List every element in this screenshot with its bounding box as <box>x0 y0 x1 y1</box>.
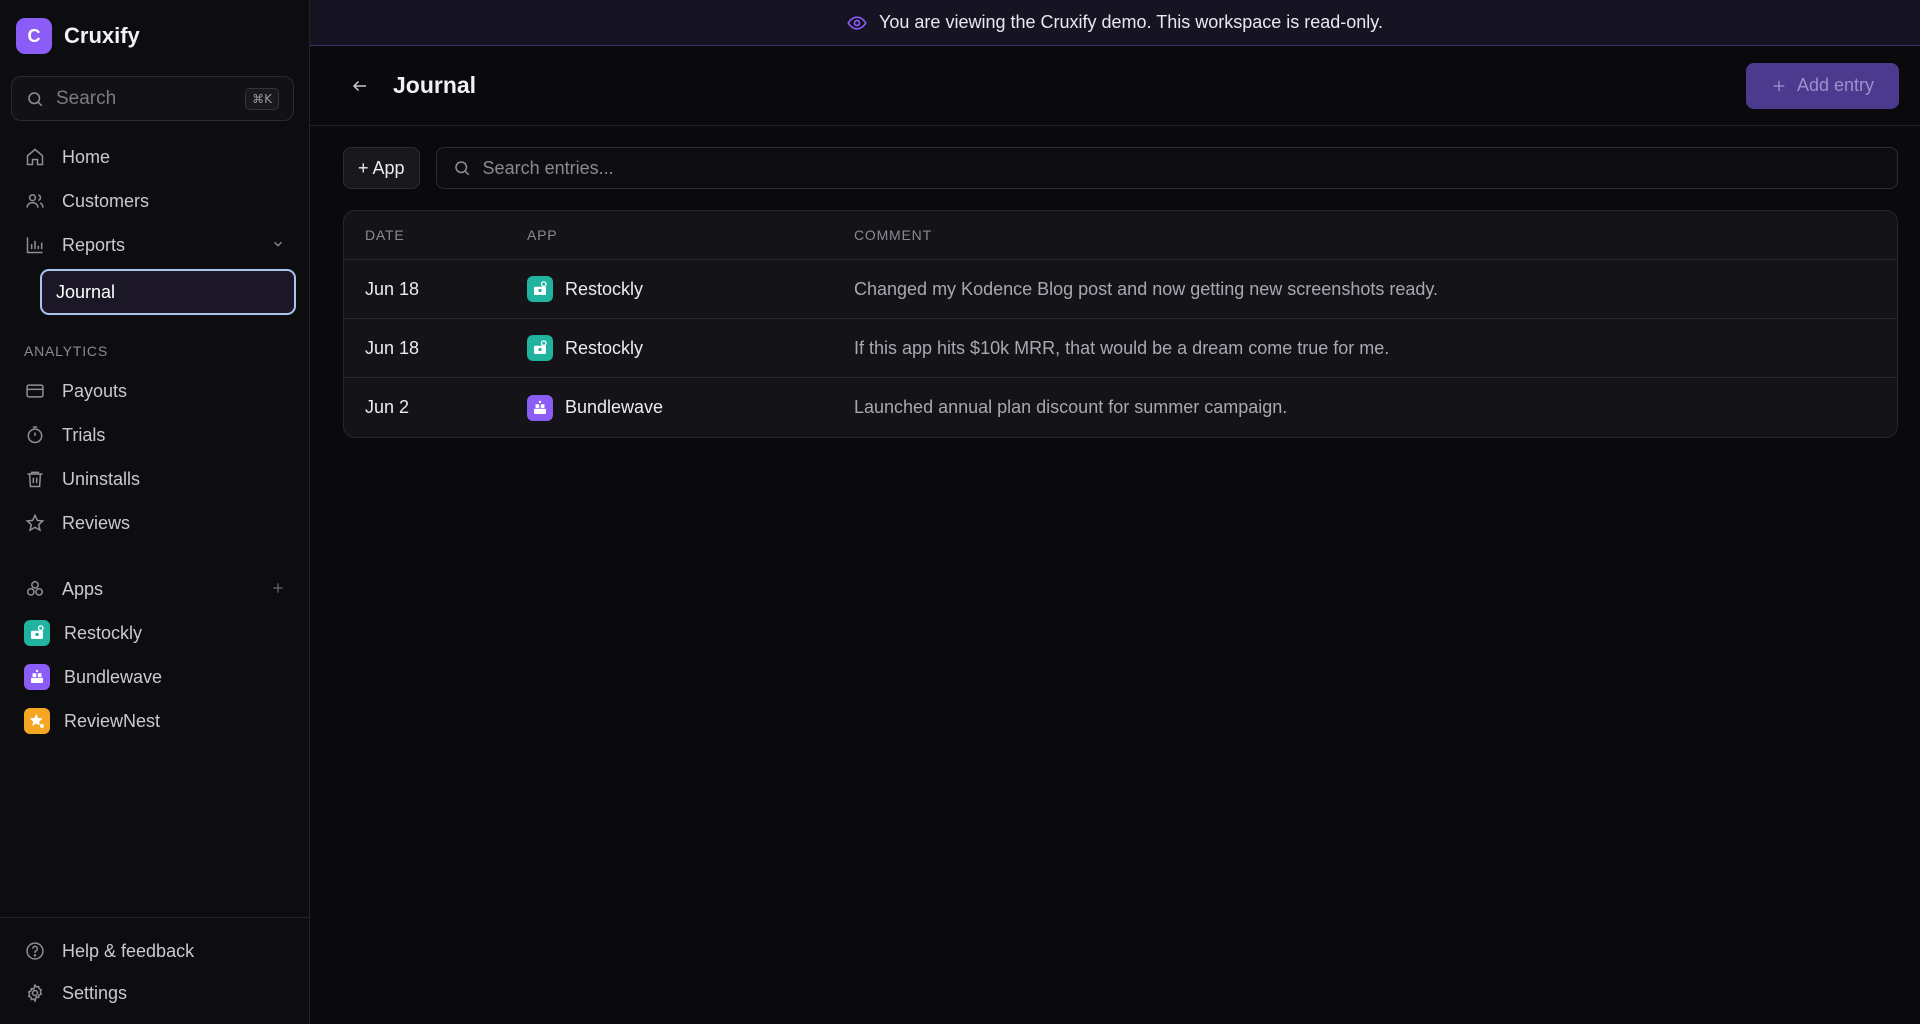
sidebar-item-uninstalls[interactable]: Uninstalls <box>0 457 309 501</box>
row-app: Restockly <box>527 335 854 361</box>
sidebar: C Cruxify Search ⌘K Home Customers Repor… <box>0 0 310 1024</box>
analytics-section-label: ANALYTICS <box>24 343 108 359</box>
restockly-app-icon <box>527 276 553 302</box>
back-button[interactable] <box>340 66 380 106</box>
help-label: Help & feedback <box>62 940 195 961</box>
bar-chart-icon <box>24 234 46 256</box>
row-date: Jun 18 <box>365 337 420 358</box>
search-icon <box>28 91 43 106</box>
restockly-app-icon <box>527 335 553 361</box>
help-icon <box>24 940 46 962</box>
sidebar-item-label: Home <box>62 146 111 167</box>
credit-card-icon <box>24 380 46 402</box>
settings-label: Settings <box>62 982 128 1003</box>
app-filter-button[interactable]: + App <box>343 147 420 189</box>
brand-name: Cruxify <box>64 23 140 48</box>
sidebar-item-label: Trials <box>62 424 106 445</box>
plus-icon <box>1773 80 1785 91</box>
users-icon <box>24 190 46 212</box>
journal-table: DATE APP COMMENT Jun 18 Restockly Change… <box>343 210 1898 438</box>
sidebar-item-journal[interactable]: Journal <box>40 269 296 315</box>
apps-section-label: Apps <box>62 578 104 599</box>
demo-banner: You are viewing the Cruxify demo. This w… <box>310 0 1920 46</box>
sidebar-footer: Help & feedback Settings <box>0 917 309 1024</box>
search-input[interactable]: Search ⌘K <box>11 76 294 121</box>
sidebar-item-label: Payouts <box>62 380 128 401</box>
row-comment: Launched annual plan discount for summer… <box>854 397 1288 417</box>
table-row[interactable]: Jun 2 Bundlewave Launched annual plan di… <box>344 378 1897 437</box>
bundlewave-app-icon <box>24 664 50 690</box>
row-app-name: Restockly <box>565 337 644 358</box>
settings-link[interactable]: Settings <box>0 972 309 1014</box>
sidebar-item-reviews[interactable]: Reviews <box>0 501 309 545</box>
apps-section-header: Apps <box>0 567 309 611</box>
row-app-name: Bundlewave <box>565 397 664 417</box>
page-header: Journal Add entry <box>310 46 1920 126</box>
eye-icon <box>847 15 867 30</box>
sidebar-app-reviewnest[interactable]: ReviewNest <box>0 699 309 743</box>
chevron-down-icon[interactable] <box>271 237 285 254</box>
column-header-app[interactable]: APP <box>527 227 854 243</box>
trash-icon <box>24 468 46 490</box>
row-app: Restockly <box>527 276 854 302</box>
add-entry-button[interactable]: Add entry <box>1746 62 1899 109</box>
apps-icon <box>24 578 46 600</box>
sidebar-item-trials[interactable]: Trials <box>0 413 309 457</box>
sidebar-item-label: Uninstalls <box>62 468 141 489</box>
row-app-name: Restockly <box>565 278 644 299</box>
sidebar-item-reports[interactable]: Reports <box>0 223 309 267</box>
journal-toolbar: + App Search entries... <box>310 126 1920 189</box>
bundlewave-app-icon <box>527 394 553 421</box>
reviewnest-app-icon <box>24 708 50 734</box>
table-header: DATE APP COMMENT <box>344 211 1897 260</box>
brand[interactable]: C Cruxify <box>0 0 309 55</box>
primary-nav: Home Customers Reports Journal <box>0 135 309 317</box>
sidebar-item-label: Reviews <box>62 512 131 533</box>
table-row[interactable]: Jun 18 Restockly If this app hits $10k M… <box>344 319 1897 378</box>
sidebar-app-restockly[interactable]: Restockly <box>0 611 309 655</box>
row-comment: If this app hits $10k MRR, that would be… <box>854 337 1390 358</box>
sidebar-item-payouts[interactable]: Payouts <box>0 369 309 413</box>
page-title: Journal <box>393 72 477 98</box>
search-icon <box>454 161 469 176</box>
sidebar-app-label: ReviewNest <box>64 710 161 731</box>
table-row[interactable]: Jun 18 Restockly Changed my Kodence Blog… <box>344 260 1897 319</box>
column-header-date[interactable]: DATE <box>344 227 527 243</box>
row-date: Jun 18 <box>365 278 420 299</box>
add-app-icon[interactable] <box>271 578 285 601</box>
search-shortcut: ⌘K <box>245 87 279 110</box>
sidebar-item-label: Customers <box>62 190 150 211</box>
star-icon <box>24 512 46 534</box>
sidebar-app-label: Bundlewave <box>64 666 163 687</box>
sidebar-app-bundlewave[interactable]: Bundlewave <box>0 655 309 699</box>
restockly-app-icon <box>24 620 50 646</box>
brand-logo: C <box>16 18 52 54</box>
sidebar-item-label: Reports <box>62 234 126 255</box>
sidebar-item-home[interactable]: Home <box>0 135 309 179</box>
demo-banner-text: You are viewing the Cruxify demo. This w… <box>879 12 1383 32</box>
gear-icon <box>24 982 46 1004</box>
entries-search-input[interactable]: Search entries... <box>435 147 1898 189</box>
add-entry-label: Add entry <box>1796 75 1875 95</box>
search-placeholder: Search <box>56 87 117 109</box>
help-feedback-link[interactable]: Help & feedback <box>0 930 309 972</box>
row-date: Jun 2 <box>365 397 410 417</box>
sidebar-item-customers[interactable]: Customers <box>0 179 309 223</box>
home-icon <box>24 146 46 168</box>
row-comment: Changed my Kodence Blog post and now get… <box>854 278 1439 299</box>
main-content: You are viewing the Cruxify demo. This w… <box>310 0 1920 1024</box>
column-header-comment[interactable]: COMMENT <box>854 227 1897 243</box>
sidebar-app-label: Restockly <box>64 622 143 643</box>
entries-search-placeholder: Search entries... <box>482 157 614 178</box>
row-app: Bundlewave <box>527 394 854 421</box>
arrow-left-icon <box>352 80 366 91</box>
timer-icon <box>24 424 46 446</box>
